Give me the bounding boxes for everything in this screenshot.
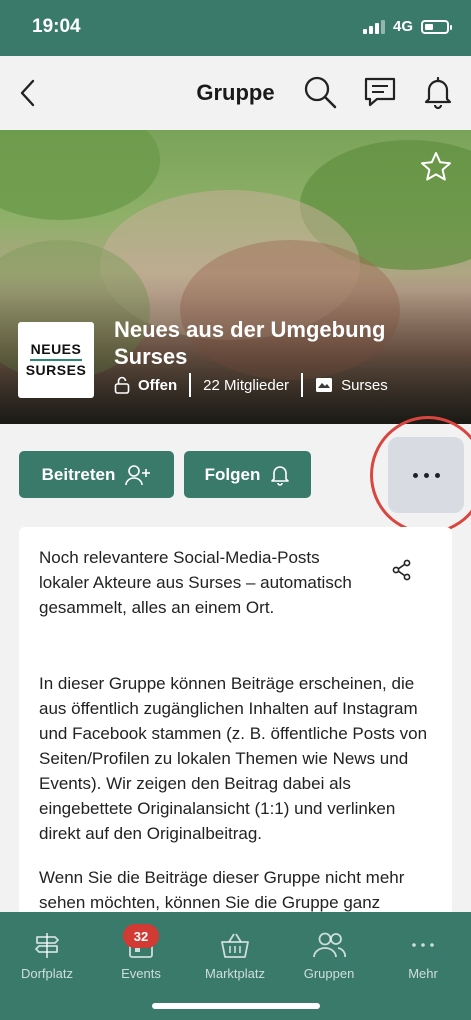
description-paragraph: In dieser Gruppe können Beiträge erschei… [39,674,428,843]
status-time: 19:04 [32,16,81,37]
chat-icon [364,77,396,107]
group-cover-image: NEUES SURSES Neues aus der Umgebung Surs… [0,130,471,424]
unlock-icon [114,376,130,394]
join-button[interactable]: Beitreten [19,451,174,498]
tab-label: Dorfplatz [20,966,74,981]
share-icon [392,559,411,581]
map-icon [315,376,333,394]
group-meta: Offen 22 Mitglieder Surses [114,373,388,397]
messages-button[interactable] [362,74,398,110]
tab-marktplatz[interactable]: Marktplatz [190,930,280,981]
privacy-label: Offen [138,376,178,394]
description-paragraph: Wenn Sie die Beiträge dieser Gruppe nich… [39,868,405,912]
more-options-button[interactable] [388,437,464,513]
tab-mehr[interactable]: Mehr [378,930,468,981]
events-badge: 32 [123,924,159,948]
tab-label: Marktplatz [205,966,265,981]
bell-icon [424,76,452,110]
share-button[interactable] [391,559,413,581]
add-user-icon [125,464,151,485]
search-button[interactable] [302,74,338,110]
star-icon [421,152,451,181]
signal-icon [362,19,385,34]
logo-text-top: NEUES [30,341,82,357]
group-logo: NEUES SURSES [18,322,94,398]
page-title: Gruppe [196,80,275,105]
bell-icon [271,465,290,486]
search-icon [304,76,337,109]
favorite-button[interactable] [419,150,453,184]
location-label[interactable]: Surses [341,377,388,394]
tab-label: Events [121,966,161,981]
battery-icon [421,19,452,34]
back-button[interactable] [14,76,44,110]
notifications-button[interactable] [420,74,456,110]
follow-button[interactable]: Folgen [184,451,311,498]
home-indicator [152,1003,320,1009]
tab-dorfplatz[interactable]: Dorfplatz [2,930,92,981]
description-paragraph: Noch relevantere Social-Media-Posts loka… [39,548,352,617]
status-indicators: 4G [362,18,452,35]
group-icon [313,932,346,958]
tab-label: Mehr [408,966,438,981]
join-label: Beitreten [41,464,116,484]
more-dot [423,472,429,478]
signpost-icon [35,933,59,958]
more-dot [434,472,440,478]
tab-events[interactable]: 32 Events [96,924,186,981]
follow-label: Folgen [204,464,261,484]
group-name: Neues aus der Umgebung Surses [114,317,386,369]
network-label: 4G [392,18,413,35]
chevron-left-icon [20,79,35,107]
group-description-card: Noch relevantere Social-Media-Posts loka… [19,527,452,927]
app-header: Gruppe [0,56,471,130]
more-dot [412,472,418,478]
status-bar: 19:04 4G [0,0,471,56]
logo-text-bottom: SURSES [25,362,87,378]
more-dots-icon [412,943,434,947]
tab-label: Gruppen [303,966,355,981]
tab-gruppen[interactable]: Gruppen [284,930,374,981]
basket-icon [221,933,249,958]
members-count[interactable]: 22 Mitglieder [203,377,289,394]
